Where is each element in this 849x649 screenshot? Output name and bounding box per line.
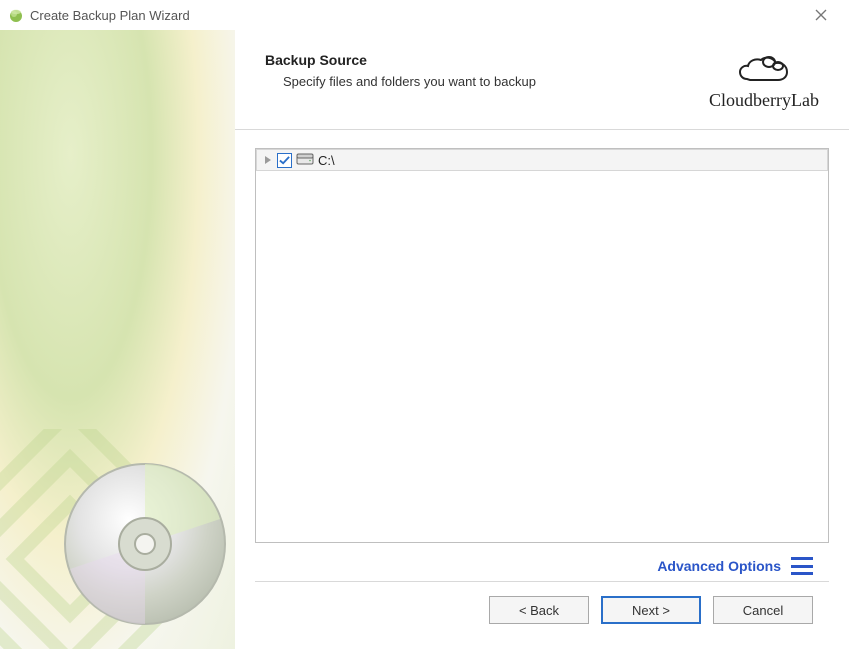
drive-icon (296, 152, 314, 169)
disc-icon (60, 459, 230, 629)
back-button[interactable]: < Back (489, 596, 589, 624)
expand-icon[interactable] (263, 155, 273, 165)
brand: CloudberryLab (709, 52, 819, 111)
close-button[interactable] (801, 1, 841, 29)
wizard-header: Backup Source Specify files and folders … (235, 30, 849, 130)
titlebar: Create Backup Plan Wizard (0, 0, 849, 30)
app-icon (8, 7, 24, 23)
wizard-sidebar (0, 30, 235, 649)
hamburger-menu-icon[interactable] (791, 557, 813, 575)
file-tree[interactable]: C:\ (255, 148, 829, 543)
wizard-footer: < Back Next > Cancel (255, 582, 829, 638)
next-button[interactable]: Next > (601, 596, 701, 624)
advanced-options-link[interactable]: Advanced Options (657, 558, 781, 574)
cancel-button[interactable]: Cancel (713, 596, 813, 624)
window-title: Create Backup Plan Wizard (30, 8, 190, 23)
tree-node-label: C:\ (318, 153, 335, 168)
checkbox-drive-c[interactable] (277, 153, 292, 168)
cloud-logo-icon (737, 52, 791, 88)
page-heading: Backup Source (265, 52, 709, 68)
tree-node-drive-c[interactable]: C:\ (256, 149, 828, 171)
page-subtitle: Specify files and folders you want to ba… (283, 74, 709, 89)
brand-name: CloudberryLab (709, 90, 819, 111)
